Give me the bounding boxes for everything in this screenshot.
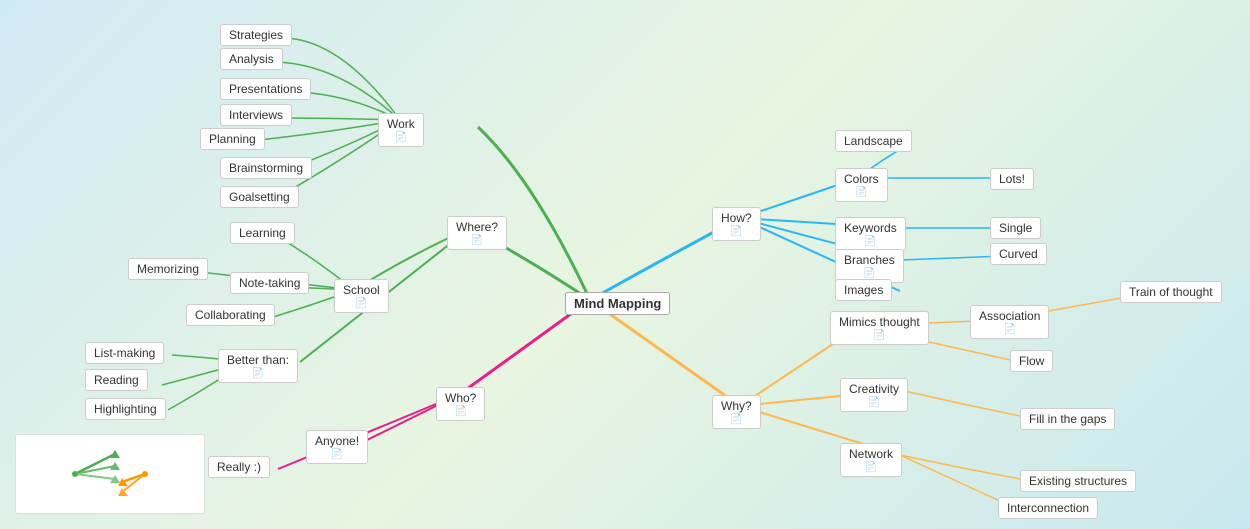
node-interconnection[interactable]: Interconnection: [998, 497, 1098, 519]
node-who[interactable]: Who? 📄: [436, 387, 485, 421]
better-icon: 📄: [227, 368, 289, 379]
node-association[interactable]: Association 📄: [970, 305, 1049, 339]
creativity-icon: 📄: [849, 397, 899, 408]
node-where[interactable]: Where? 📄: [447, 216, 507, 250]
node-memorizing[interactable]: Memorizing: [128, 258, 208, 280]
node-reading[interactable]: Reading: [85, 369, 148, 391]
node-fill-gaps[interactable]: Fill in the gaps: [1020, 408, 1115, 430]
branches-icon: 📄: [844, 268, 895, 279]
node-listmaking[interactable]: List-making: [85, 342, 164, 364]
node-colors[interactable]: Colors 📄: [835, 168, 888, 202]
node-anyone[interactable]: Anyone! 📄: [306, 430, 368, 464]
node-images[interactable]: Images: [835, 279, 892, 301]
school-icon: 📄: [343, 298, 380, 309]
work-label: Work: [387, 117, 415, 131]
node-strategies[interactable]: Strategies: [220, 24, 292, 46]
node-existing-structures[interactable]: Existing structures: [1020, 470, 1136, 492]
node-single[interactable]: Single: [990, 217, 1041, 239]
node-why[interactable]: Why? 📄: [712, 395, 761, 429]
mind-map: Mind Mapping Work 📄 Strategies Analysis …: [0, 0, 1250, 529]
node-school[interactable]: School 📄: [334, 279, 389, 313]
node-notetaking[interactable]: Note-taking: [230, 272, 309, 294]
node-brainstorming[interactable]: Brainstorming: [220, 157, 312, 179]
anyone-icon: 📄: [315, 449, 359, 460]
center-label: Mind Mapping: [574, 296, 661, 311]
node-flow[interactable]: Flow: [1010, 350, 1053, 372]
node-train-of-thought[interactable]: Train of thought: [1120, 281, 1222, 303]
node-interviews[interactable]: Interviews: [220, 104, 292, 126]
node-goalsetting[interactable]: Goalsetting: [220, 186, 299, 208]
node-work[interactable]: Work 📄: [378, 113, 424, 147]
where-icon: 📄: [456, 235, 498, 246]
node-branches[interactable]: Branches 📄: [835, 249, 904, 283]
node-presentations[interactable]: Presentations: [220, 78, 311, 100]
node-network[interactable]: Network 📄: [840, 443, 902, 477]
node-curved[interactable]: Curved: [990, 243, 1047, 265]
node-mimics-thought[interactable]: Mimics thought 📄: [830, 311, 929, 345]
node-planning[interactable]: Planning: [200, 128, 265, 150]
node-collaborating[interactable]: Collaborating: [186, 304, 275, 326]
node-better-than[interactable]: Better than: 📄: [218, 349, 298, 383]
node-lots[interactable]: Lots!: [990, 168, 1034, 190]
node-creativity[interactable]: Creativity 📄: [840, 378, 908, 412]
logo-svg: [60, 444, 160, 504]
center-node[interactable]: Mind Mapping: [565, 292, 670, 315]
why-icon: 📄: [721, 414, 752, 425]
node-landscape[interactable]: Landscape: [835, 130, 912, 152]
logo-box: [15, 434, 205, 514]
node-learning[interactable]: Learning: [230, 222, 295, 244]
keywords-icon: 📄: [844, 236, 897, 247]
node-highlighting[interactable]: Highlighting: [85, 398, 166, 420]
network-icon: 📄: [849, 462, 893, 473]
colors-icon: 📄: [844, 187, 879, 198]
node-analysis[interactable]: Analysis: [220, 48, 283, 70]
node-how[interactable]: How? 📄: [712, 207, 761, 241]
mimics-icon: 📄: [839, 330, 920, 341]
work-icon: 📄: [387, 132, 415, 143]
node-really[interactable]: Really :): [208, 456, 270, 478]
association-icon: 📄: [979, 324, 1040, 335]
who-icon: 📄: [445, 406, 476, 417]
node-keywords[interactable]: Keywords 📄: [835, 217, 906, 251]
how-icon: 📄: [721, 226, 752, 237]
